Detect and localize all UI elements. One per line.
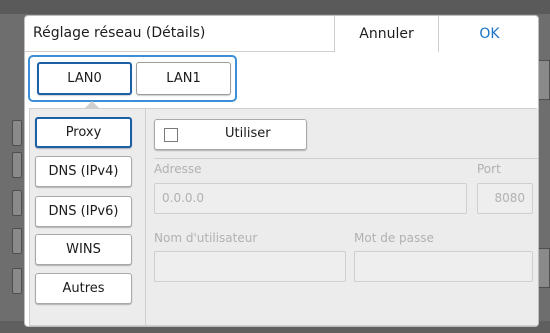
port-label: Port (477, 162, 501, 176)
category-autres[interactable]: Autres (35, 273, 132, 304)
background-element (12, 152, 22, 178)
port-field[interactable]: 8080 (477, 183, 533, 214)
tab-lan0[interactable]: LAN0 (37, 62, 132, 95)
use-proxy-toggle[interactable]: Utiliser (154, 119, 307, 150)
interface-tab-group: LAN0 LAN1 (28, 55, 237, 102)
use-proxy-label: Utiliser (225, 126, 271, 141)
background-element (12, 120, 22, 146)
category-dns-ipv6[interactable]: DNS (IPv6) (35, 196, 132, 227)
address-field[interactable]: 0.0.0.0 (154, 183, 467, 214)
category-dns-ipv4[interactable]: DNS (IPv4) (35, 156, 132, 187)
network-settings-details-dialog: Réglage réseau (Détails) Annuler OK LAN0… (24, 15, 539, 327)
background-top-bar (0, 0, 550, 14)
username-field[interactable] (154, 251, 346, 282)
proxy-settings: Utiliser Adresse Port 0.0.0.0 8080 Nom d… (147, 109, 538, 325)
password-field[interactable] (354, 251, 533, 282)
ok-button[interactable]: OK (438, 16, 538, 52)
use-proxy-checkbox[interactable] (164, 128, 178, 142)
category-proxy[interactable]: Proxy (35, 117, 132, 148)
dialog-title: Réglage réseau (Détails) (33, 25, 206, 41)
category-list: Proxy DNS (IPv4) DNS (IPv6) WINS Autres (30, 109, 146, 325)
cancel-button[interactable]: Annuler (334, 16, 438, 52)
category-wins[interactable]: WINS (35, 234, 132, 265)
background-element (12, 268, 22, 294)
background-element (12, 228, 22, 254)
password-label: Mot de passe (354, 231, 434, 245)
tab-lan1[interactable]: LAN1 (136, 62, 231, 95)
dialog-title-bar: Réglage réseau (Détails) Annuler OK (25, 16, 538, 52)
selected-tab-pointer (85, 101, 99, 108)
background-element (12, 190, 22, 216)
username-label: Nom d'utilisateur (154, 231, 258, 245)
settings-panel: Proxy DNS (IPv4) DNS (IPv6) WINS Autres … (29, 108, 538, 326)
address-label: Adresse (154, 162, 202, 176)
section-divider (154, 158, 538, 159)
